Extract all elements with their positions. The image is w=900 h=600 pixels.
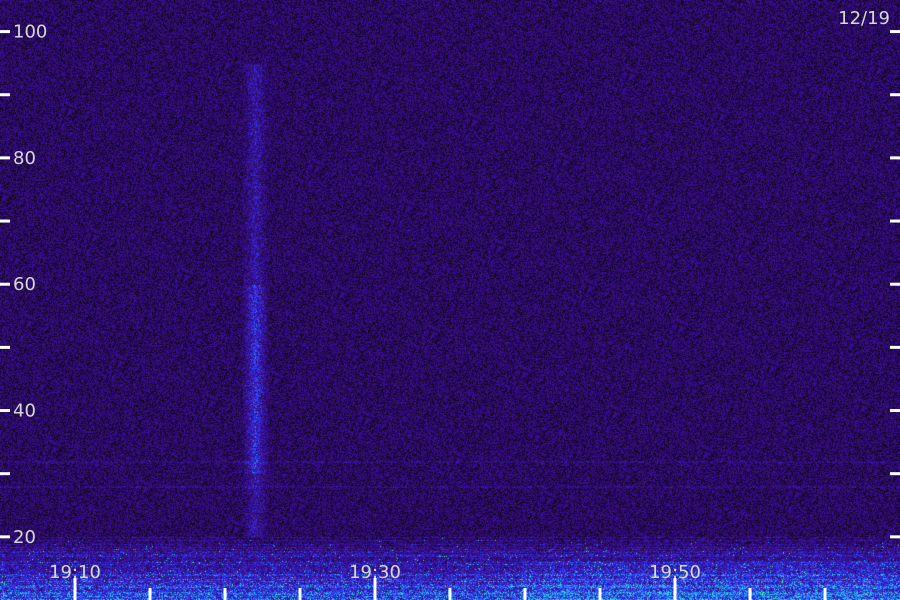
y-axis-right [890, 30, 900, 539]
x-axis: 19:10 19:30 19:50 [49, 562, 827, 600]
x-tick-label: 19:30 [349, 562, 401, 583]
y-tick-label: 60 [13, 274, 36, 295]
chart-overlay: 20 40 60 80 100 19:10 19:30 19:50 12/19 [0, 8, 900, 600]
y-tick-label: 80 [13, 148, 36, 169]
x-tick-label: 19:50 [649, 562, 701, 583]
y-tick-label: 20 [13, 527, 36, 548]
y-tick-label: 40 [13, 401, 36, 422]
y-axis-left: 20 40 60 80 100 [0, 22, 47, 548]
date-label: 12/19 [838, 8, 890, 29]
x-tick-label: 19:10 [49, 562, 101, 583]
y-tick-label: 100 [13, 22, 47, 43]
